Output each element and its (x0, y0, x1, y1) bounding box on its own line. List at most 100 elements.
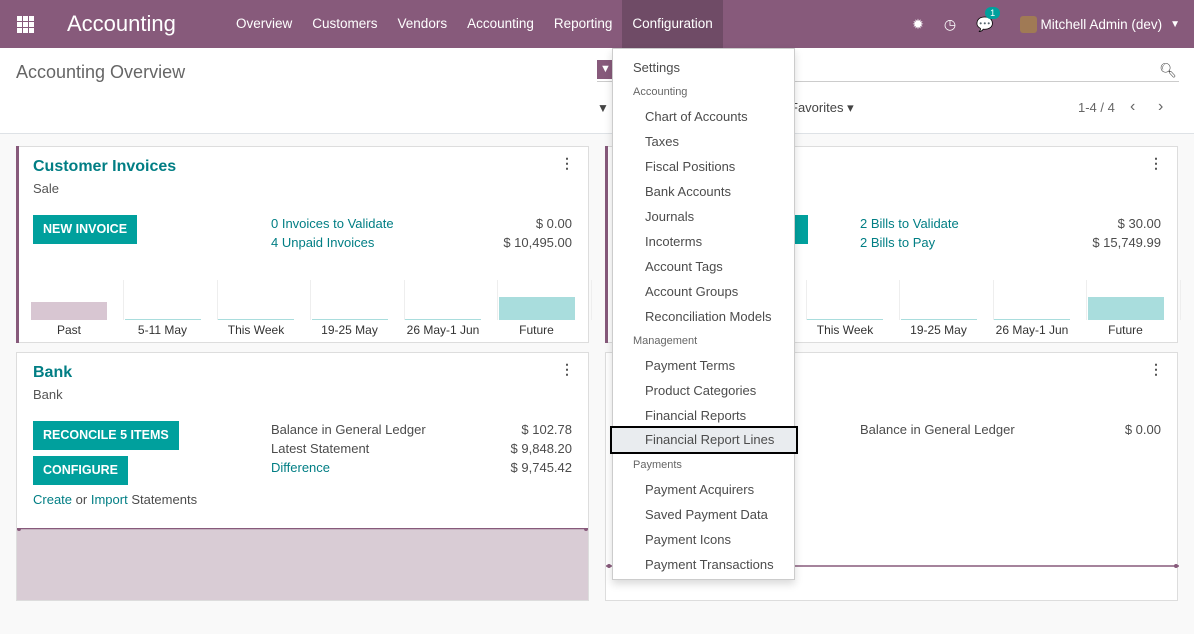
menu-item-saved-payment-data[interactable]: Saved Payment Data (645, 507, 768, 522)
chart-bar[interactable] (1087, 296, 1164, 320)
stat-value: $ 30.00 (1117, 216, 1161, 231)
card-title[interactable]: Bank (33, 364, 72, 382)
bank-line-graph[interactable] (17, 528, 588, 600)
chart-bar[interactable] (218, 319, 294, 320)
card-subtitle: Sale (33, 181, 60, 196)
chart-bar[interactable] (124, 319, 201, 320)
menu-accounting[interactable]: Accounting (457, 0, 544, 48)
kebab-menu-icon[interactable]: ⋮ (1149, 155, 1163, 172)
bank-card: Bank Bank ⋮ RECONCILE 5 ITEMS CONFIGURE … (16, 352, 589, 601)
apps-grid-icon[interactable] (17, 16, 34, 33)
chart-tick-label: This Week (227, 323, 285, 337)
bug-icon[interactable]: ✹ (912, 16, 924, 33)
main-menu: Overview Customers Vendors Accounting Re… (226, 0, 723, 48)
menu-item-chart-of-accounts[interactable]: Chart of Accounts (645, 109, 748, 124)
kebab-menu-icon[interactable]: ⋮ (560, 361, 574, 378)
chart-bar-slot: 26 May-1 Jun (994, 280, 1087, 342)
chat-icon[interactable]: 💬 1 (976, 6, 1001, 33)
systray: ✹ ◷ 💬 1 Mitchell Admin (dev) ▼ (902, 0, 1180, 48)
menu-overview[interactable]: Overview (226, 0, 302, 48)
chart-gridline (590, 280, 592, 320)
stat-value: $ 10,495.00 (503, 235, 572, 250)
menu-reporting[interactable]: Reporting (544, 0, 623, 48)
stat-value: $ 9,848.20 (510, 441, 572, 456)
app-brand[interactable]: Accounting (67, 11, 176, 37)
menu-item-journals[interactable]: Journals (645, 209, 694, 224)
chart-bar-slot: This Week (807, 280, 900, 342)
chart-bar-slot: Future (1087, 280, 1181, 342)
menu-item-bank-accounts[interactable]: Bank Accounts (645, 184, 731, 199)
chart-gridline (1179, 280, 1181, 320)
statements-line: Create or Import Statements (33, 492, 197, 507)
create-link[interactable]: Create (33, 492, 72, 507)
chart-bar[interactable] (807, 319, 883, 320)
favorites-label: Favorites (790, 100, 844, 115)
chart-bar[interactable] (994, 319, 1070, 320)
difference-link[interactable]: Difference (271, 460, 330, 475)
configure-button[interactable]: CONFIGURE (33, 456, 128, 485)
menu-configuration[interactable]: Configuration (622, 0, 723, 48)
chart-bar[interactable] (900, 319, 977, 320)
customer-invoices-card: Customer Invoices Sale ⋮ NEW INVOICE 0 I… (16, 146, 592, 343)
menu-item-financial-report-lines[interactable]: Financial Report Lines (610, 426, 798, 454)
user-menu[interactable]: Mitchell Admin (dev) ▼ (1019, 15, 1180, 33)
menu-item-incoterms[interactable]: Incoterms (645, 234, 702, 249)
menu-item-payment-transactions[interactable]: Payment Transactions (645, 557, 774, 572)
kebab-menu-icon[interactable]: ⋮ (560, 155, 574, 172)
chart-bar[interactable] (311, 319, 388, 320)
stat-label: Latest Statement (271, 441, 370, 456)
reconcile-button[interactable]: RECONCILE 5 ITEMS (33, 421, 179, 450)
filter-icon[interactable]: ▼ (597, 101, 609, 115)
chart-bar[interactable] (405, 319, 481, 320)
import-link[interactable]: Import (91, 492, 128, 507)
configuration-dropdown: Settings Accounting Chart of Accounts Taxes… (610, 48, 798, 580)
or-text: or (75, 492, 88, 507)
menu-item-financial-reports[interactable]: Financial Reports (645, 408, 746, 423)
page-title: Accounting Overview (16, 62, 186, 82)
chart-bar-slot: This Week (218, 280, 311, 342)
stat-label: Balance in General Ledger (860, 422, 1015, 437)
pager-next-icon[interactable]: › (1158, 98, 1163, 116)
menu-item-payment-terms[interactable]: Payment Terms (645, 358, 735, 373)
unpaid-invoices-link[interactable]: 4 Unpaid Invoices (271, 235, 374, 250)
menu-item-payment-acquirers[interactable]: Payment Acquirers (645, 482, 754, 497)
chart-bar-slot: 5-11 May (124, 280, 218, 342)
invoices-to-validate-link[interactable]: 0 Invoices to Validate (271, 216, 394, 231)
menu-customers[interactable]: Customers (302, 0, 387, 48)
chart-bar-slot: Future (498, 280, 592, 342)
card-subtitle: Bank (33, 387, 63, 402)
card-title[interactable]: Customer Invoices (33, 158, 176, 176)
caret-down-icon: ▼ (1170, 18, 1180, 30)
chart-tick-label: Future (519, 323, 554, 337)
pager-value[interactable]: 1-4 / 4 (1078, 100, 1115, 115)
bills-to-pay-link[interactable]: 2 Bills to Pay (860, 235, 935, 250)
menu-vendors[interactable]: Vendors (388, 0, 458, 48)
stat-value: $ 102.78 (521, 422, 572, 437)
user-name: Mitchell Admin (dev) (1040, 16, 1163, 32)
favorites-dropdown[interactable]: Favorites ▾ (790, 100, 854, 116)
menu-section-header: Payments (633, 459, 682, 471)
kebab-menu-icon[interactable]: ⋮ (1149, 361, 1163, 378)
menu-item-taxes[interactable]: Taxes (645, 134, 679, 149)
menu-item-payment-icons[interactable]: Payment Icons (645, 532, 731, 547)
menu-item-settings[interactable]: Settings (633, 60, 680, 75)
bills-to-validate-link[interactable]: 2 Bills to Validate (860, 216, 959, 231)
chart-bar[interactable] (498, 296, 575, 320)
menu-item-account-tags[interactable]: Account Tags (645, 259, 723, 274)
stat-value: $ 15,749.99 (1092, 235, 1161, 250)
statements-text: Statements (131, 492, 198, 507)
stat-value: $ 0.00 (535, 216, 572, 231)
chart-tick-label: 26 May-1 Jun (406, 323, 480, 337)
stat-label: Balance in General Ledger (271, 422, 426, 437)
top-navbar: Accounting Overview Customers Vendors Ac… (0, 0, 1194, 48)
pager-prev-icon[interactable]: ‹ (1130, 98, 1135, 116)
chart-tick-label: 26 May-1 Jun (995, 323, 1069, 337)
menu-item-fiscal-positions[interactable]: Fiscal Positions (645, 159, 735, 174)
new-invoice-button[interactable]: NEW INVOICE (33, 215, 138, 244)
menu-item-product-categories[interactable]: Product Categories (645, 383, 756, 398)
clock-icon[interactable]: ◷ (944, 16, 956, 33)
chart-bar[interactable] (31, 302, 107, 320)
search-icon[interactable]: 🔍︎ (1159, 62, 1177, 79)
menu-item-reconciliation-models[interactable]: Reconciliation Models (645, 309, 771, 324)
menu-item-account-groups[interactable]: Account Groups (645, 284, 738, 299)
